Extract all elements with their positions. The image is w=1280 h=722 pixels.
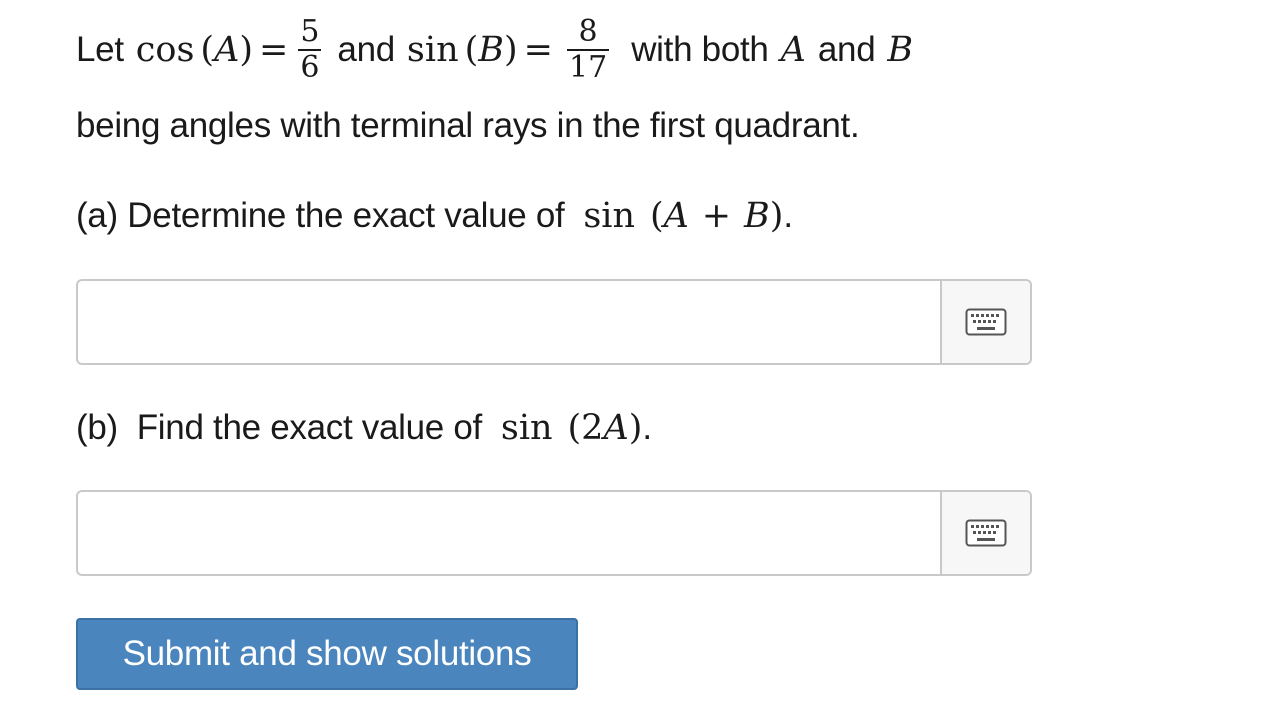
submit-button-label: Submit and show solutions — [122, 634, 532, 673]
sin-function: sin — [406, 30, 459, 70]
cos-fraction: 5 6 — [298, 14, 322, 85]
and-text-2: and — [817, 30, 876, 69]
var-a: A — [214, 30, 240, 70]
question-a-prefix: (a) Determine the exact value of — [76, 196, 565, 235]
equals-sign-2: = — [523, 30, 553, 70]
question-a: (a) Determine the exact value of sin (A … — [76, 196, 793, 236]
keyboard-button-a[interactable] — [940, 281, 1030, 363]
sin-fraction: 8 17 — [567, 14, 610, 85]
var-a-2: A — [780, 30, 806, 70]
problem-intro-line2: being angles with terminal rays in the f… — [76, 106, 860, 145]
var-b-2: B — [887, 30, 914, 70]
cos-numerator: 5 — [300, 14, 320, 49]
question-b-sin: sin — [500, 408, 553, 448]
equals-sign: = — [259, 30, 289, 70]
answer-input-a[interactable] — [78, 281, 940, 363]
cos-function: cos — [135, 30, 195, 70]
answer-field-a[interactable] — [76, 279, 1032, 365]
cos-denominator: 6 — [300, 50, 320, 85]
keyboard-icon — [965, 519, 1007, 547]
keyboard-button-b[interactable] — [940, 492, 1030, 574]
problem-intro-line1: Let cos (A) = 5 6 and sin (B) = 8 17 wit… — [76, 14, 914, 85]
var-b: B — [478, 30, 505, 70]
submit-button[interactable]: Submit and show solutions — [76, 618, 578, 690]
with-both-text: with both — [631, 30, 769, 69]
intro-let: Let — [76, 30, 124, 69]
and-text: and — [337, 30, 395, 69]
question-a-sin: sin — [583, 196, 636, 236]
question-b: (b) Find the exact value of sin (2A). — [76, 408, 652, 448]
answer-field-b[interactable] — [76, 490, 1032, 576]
sin-denominator: 17 — [569, 50, 608, 85]
keyboard-icon — [965, 308, 1007, 336]
sin-numerator: 8 — [578, 14, 598, 49]
question-b-prefix: (b) Find the exact value of — [76, 408, 482, 447]
answer-input-b[interactable] — [78, 492, 940, 574]
